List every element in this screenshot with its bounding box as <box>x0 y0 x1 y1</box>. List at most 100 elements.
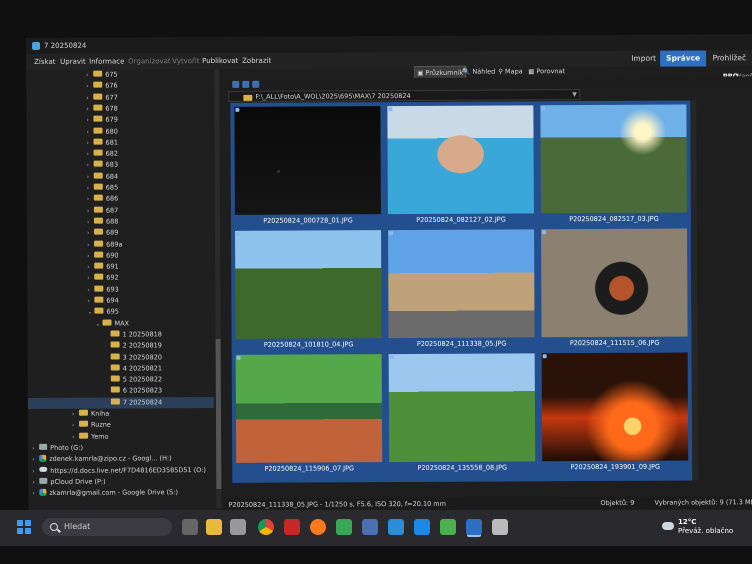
app-misc-icon[interactable] <box>492 519 508 535</box>
tab-spravce[interactable]: Správce <box>660 50 707 67</box>
tree-drive-0[interactable]: › Photo (G:) <box>32 443 83 454</box>
chevron-right-icon[interactable]: › <box>87 183 94 194</box>
chevron-down-icon[interactable]: ⌄ <box>95 318 102 329</box>
photo-thumbnail[interactable]: P20250824_115906_07.JPG <box>234 352 385 475</box>
grid-scrollbar[interactable] <box>690 100 699 481</box>
photo-thumbnail[interactable]: P20250824_000728_01.JPG <box>232 104 383 227</box>
chevron-right-icon[interactable]: › <box>87 284 94 295</box>
tree-folder-691[interactable]: › 691 <box>87 262 118 273</box>
tree-folder-ruzne[interactable]: › Ruzne <box>72 420 111 431</box>
tree-drive-4[interactable]: › zkamrla@gmail.com - Google Drive (S:) <box>32 487 178 499</box>
chevron-right-icon[interactable]: › <box>87 194 94 205</box>
tree-folder-day-3[interactable]: 3 20250820 <box>104 352 162 363</box>
tree-folder-687[interactable]: › 687 <box>87 205 118 216</box>
tree-folder-692[interactable]: › 692 <box>87 273 118 284</box>
tree-folder-675[interactable]: › 675 <box>86 70 117 81</box>
photo-thumbnail[interactable]: P20250824_082517_03.JPG <box>538 103 689 226</box>
firefox-icon[interactable] <box>310 519 326 535</box>
photo-thumbnail[interactable]: P20250824_111515_06.JPG <box>539 227 690 350</box>
chevron-right-icon[interactable]: › <box>32 477 39 488</box>
menu-vytvorit[interactable]: Vytvořit <box>172 53 200 69</box>
tab-import[interactable]: Import <box>625 51 662 67</box>
chevron-right-icon[interactable]: › <box>86 81 93 92</box>
tree-folder-max[interactable]: ⌄ MAX <box>95 318 129 329</box>
chevron-right-icon[interactable]: › <box>87 296 94 307</box>
chevron-right-icon[interactable]: › <box>87 228 94 239</box>
menu-upravit[interactable]: Upravit <box>60 54 86 70</box>
chevron-right-icon[interactable]: › <box>87 149 94 160</box>
taskbar-search[interactable]: Hledat <box>42 518 172 536</box>
tree-folder-682[interactable]: › 682 <box>87 149 118 160</box>
chevron-right-icon[interactable]: › <box>86 115 93 126</box>
chevron-right-icon[interactable]: › <box>87 205 94 216</box>
tree-folder-kniha[interactable]: › Kniha <box>72 409 109 420</box>
chevron-right-icon[interactable]: › <box>87 262 94 273</box>
photo-thumbnail[interactable]: P20250824_082127_02.JPG <box>385 103 536 226</box>
thumbnail-size-icon[interactable] <box>242 80 250 88</box>
photo-thumbnail[interactable]: P20250824_101810_04.JPG <box>233 228 384 351</box>
chevron-down-icon[interactable]: ▼ <box>572 91 577 98</box>
tree-scroll-thumb[interactable] <box>215 338 222 490</box>
view-mode-icon[interactable] <box>232 80 240 88</box>
tree-folder-686[interactable]: › 686 <box>87 194 118 205</box>
tree-folder-681[interactable]: › 681 <box>87 137 118 148</box>
view-nahled[interactable]: 🔍 Náhled <box>462 66 495 78</box>
tree-folder-679[interactable]: › 679 <box>86 115 117 126</box>
tree-folder-693[interactable]: › 693 <box>87 284 118 295</box>
calculator-icon[interactable] <box>230 519 246 535</box>
tab-prohlizec[interactable]: Prohlížeč <box>707 50 752 66</box>
view-mapa[interactable]: ⚲ Mapa <box>498 65 523 77</box>
view-porovnat[interactable]: ▦ Porovnat <box>528 65 565 77</box>
weather-widget[interactable]: 12°C Převáž. oblačno <box>660 518 733 536</box>
tree-drive-1[interactable]: › zdenek.kamrla@zipo.cz - Googl... (H:) <box>32 453 172 465</box>
tree-folder-688[interactable]: › 688 <box>87 216 118 227</box>
chrome-icon[interactable] <box>258 519 274 535</box>
app-green-icon[interactable] <box>336 519 352 535</box>
tree-folder-690[interactable]: › 690 <box>87 250 118 261</box>
app-red-icon[interactable] <box>284 519 300 535</box>
tree-folder-678[interactable]: › 678 <box>86 103 117 114</box>
chevron-right-icon[interactable]: › <box>86 104 93 115</box>
tree-drive-3[interactable]: › pCloud Drive (P:) <box>32 476 105 487</box>
tree-folder-day-7[interactable]: 7 20250824 <box>27 396 214 409</box>
chevron-right-icon[interactable]: › <box>87 239 94 250</box>
chevron-right-icon[interactable]: › <box>32 465 39 476</box>
chevron-right-icon[interactable]: › <box>72 431 79 442</box>
chevron-right-icon[interactable]: › <box>87 160 94 171</box>
chevron-right-icon[interactable]: › <box>86 92 93 103</box>
windows-start-icon[interactable] <box>17 520 31 534</box>
task-view-icon[interactable] <box>182 519 198 535</box>
tree-drive-2[interactable]: › https://d.docs.live.net/F7D4816ED3585D5… <box>32 465 206 477</box>
menu-organizovat[interactable]: Organizovat <box>128 53 171 69</box>
address-bar[interactable]: F:\_ALL\Foto\A_WOL\2025\695\MAX\7 202508… <box>228 89 581 102</box>
menu-publikovat[interactable]: Publikovat <box>202 53 238 69</box>
chevron-right-icon[interactable]: › <box>72 420 79 431</box>
tree-folder-677[interactable]: › 677 <box>86 92 117 103</box>
photo-thumbnail[interactable]: P20250824_111338_05.JPG <box>386 227 537 350</box>
chevron-right-icon[interactable]: › <box>32 454 39 465</box>
tree-folder-day-6[interactable]: 6 20250823 <box>104 386 162 397</box>
filter-icon[interactable] <box>252 80 260 88</box>
chevron-right-icon[interactable]: › <box>86 126 93 137</box>
chevron-right-icon[interactable]: › <box>32 443 39 454</box>
tree-folder-685[interactable]: › 685 <box>87 183 118 194</box>
chevron-right-icon[interactable]: › <box>32 488 39 499</box>
tree-folder-694[interactable]: › 694 <box>87 296 118 307</box>
chevron-right-icon[interactable]: › <box>87 250 94 261</box>
app-sheet-icon[interactable] <box>440 519 456 535</box>
tree-folder-day-4[interactable]: 4 20250821 <box>104 363 162 374</box>
tree-folder-day-5[interactable]: 5 20250822 <box>104 374 162 385</box>
tree-folder-676[interactable]: › 676 <box>86 81 117 92</box>
app-blue-icon[interactable] <box>388 519 404 535</box>
tree-folder-day-2[interactable]: 2 20250819 <box>104 340 162 351</box>
chevron-right-icon[interactable]: › <box>87 217 94 228</box>
photo-thumbnail[interactable]: P20250824_135558_08.JPG <box>387 351 538 474</box>
chevron-down-icon[interactable]: ⌄ <box>87 307 94 318</box>
file-explorer-icon[interactable] <box>206 519 222 535</box>
tree-folder-yemo[interactable]: › Yemo <box>72 431 108 442</box>
menu-ziskat[interactable]: Získat <box>34 54 55 70</box>
tree-folder-683[interactable]: › 683 <box>87 160 118 171</box>
app-mail-icon[interactable] <box>414 519 430 535</box>
menu-zobrazit[interactable]: Zobrazit <box>242 53 271 69</box>
chevron-right-icon[interactable]: › <box>87 137 94 148</box>
